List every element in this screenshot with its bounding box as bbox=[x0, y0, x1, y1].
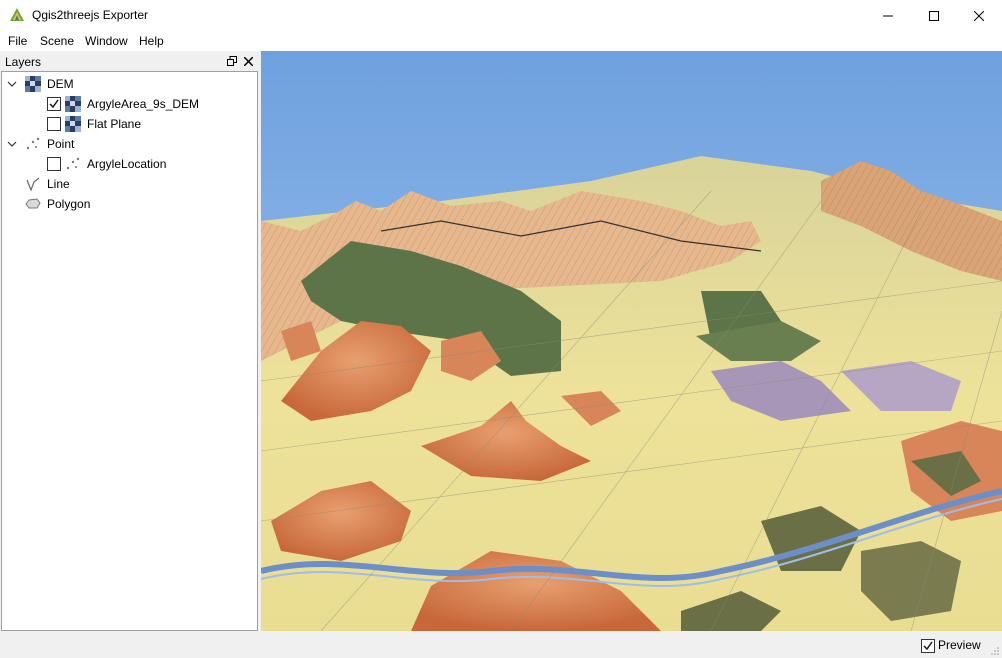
layer-item-label: ArgyleArea_9s_DEM bbox=[87, 97, 200, 111]
layer-group-dem[interactable]: DEM bbox=[2, 74, 257, 94]
layer-checkbox[interactable] bbox=[47, 117, 61, 131]
layer-group-label: Point bbox=[47, 137, 75, 151]
chevron-down-icon[interactable] bbox=[6, 78, 18, 90]
qgis2threejs-app-icon bbox=[10, 8, 24, 21]
preview-label: Preview bbox=[938, 638, 981, 652]
close-icon bbox=[243, 56, 253, 66]
status-bar: Preview bbox=[0, 631, 1002, 658]
point-icon bbox=[26, 137, 40, 150]
window-title: Qgis2threejs Exporter bbox=[32, 8, 149, 22]
layer-item-argylearea-9s-dem[interactable]: ArgyleArea_9s_DEM bbox=[2, 94, 257, 114]
layers-dock-header: Layers bbox=[0, 51, 259, 71]
preview-checkbox[interactable] bbox=[921, 639, 935, 653]
menu-file[interactable]: File bbox=[8, 34, 27, 48]
float-window-icon bbox=[227, 56, 237, 66]
3d-scene-view[interactable] bbox=[261, 51, 1002, 631]
layer-checkbox[interactable] bbox=[47, 97, 61, 111]
terrain-render[interactable] bbox=[261, 51, 1002, 631]
checkmark-icon bbox=[923, 641, 933, 651]
close-dock-button[interactable] bbox=[241, 54, 255, 68]
layer-checkbox[interactable] bbox=[47, 157, 61, 171]
layer-group-label: Polygon bbox=[47, 197, 91, 211]
minimize-icon bbox=[883, 15, 893, 16]
layers-panel-title: Layers bbox=[5, 55, 42, 69]
layer-group-label: Line bbox=[47, 177, 70, 191]
menu-window[interactable]: Window bbox=[85, 34, 128, 48]
dem-icon bbox=[65, 116, 81, 132]
dem-icon bbox=[25, 76, 41, 92]
menu-scene[interactable]: Scene bbox=[40, 34, 74, 48]
layer-item-label: ArgyleLocation bbox=[87, 157, 167, 171]
layer-item-flat-plane[interactable]: Flat Plane bbox=[2, 114, 257, 134]
close-icon bbox=[974, 10, 984, 21]
float-dock-button[interactable] bbox=[225, 54, 239, 68]
polygon-icon bbox=[25, 198, 41, 209]
title-bar: Qgis2threejs Exporter bbox=[0, 0, 1002, 31]
minimize-button[interactable] bbox=[865, 0, 911, 31]
layers-tree: DEM ArgyleArea_9s_DEM Flat Plane Point A… bbox=[1, 71, 258, 631]
close-button[interactable] bbox=[956, 0, 1002, 31]
point-icon bbox=[66, 157, 80, 170]
menu-help[interactable]: Help bbox=[139, 34, 164, 48]
menu-bar: File Scene Window Help bbox=[0, 31, 1002, 51]
layer-item-label: Flat Plane bbox=[87, 117, 142, 131]
layer-group-polygon[interactable]: Polygon bbox=[2, 194, 257, 214]
layer-item-argylelocation[interactable]: ArgyleLocation bbox=[2, 154, 257, 174]
maximize-icon bbox=[929, 10, 939, 21]
layer-group-point[interactable]: Point bbox=[2, 134, 257, 154]
layers-dock: Layers DEM ArgyleArea_9s_DEM Flat Plane … bbox=[0, 51, 259, 631]
layer-group-label: DEM bbox=[47, 77, 74, 91]
line-icon bbox=[26, 177, 40, 192]
resize-grip-icon[interactable] bbox=[990, 646, 1000, 656]
chevron-down-icon[interactable] bbox=[6, 138, 18, 150]
layer-group-line[interactable]: Line bbox=[2, 174, 257, 194]
checkmark-icon bbox=[49, 99, 59, 109]
dem-icon bbox=[65, 96, 81, 112]
maximize-button[interactable] bbox=[911, 0, 957, 31]
